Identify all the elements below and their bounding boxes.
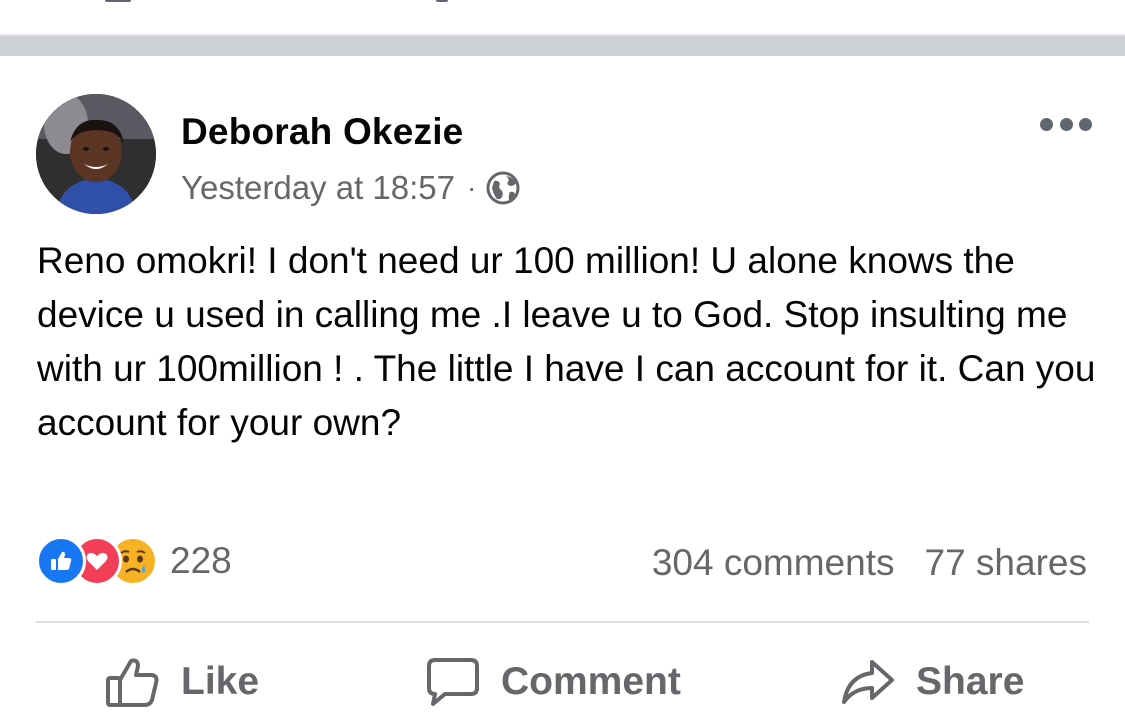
comments-count[interactable]: 304 comments [652,542,895,584]
post-meta: Yesterday at 18:57 · [181,169,520,207]
previous-post-text-fragment [436,0,448,2]
reaction-summary[interactable]: 228 [36,536,232,586]
feed-separator [0,34,1125,56]
like-label: Like [181,660,260,703]
like-button[interactable]: Like [105,656,259,708]
post-actions-bar: Like Comment Share [0,656,1125,716]
avatar-photo [36,94,156,214]
meta-separator: · [467,172,477,203]
engagement-counts: 304 comments 77 shares [652,542,1087,584]
author-avatar[interactable] [36,94,156,214]
reaction-count: 228 [170,540,232,581]
comment-bubble-icon [427,658,479,706]
post-timestamp[interactable]: Yesterday at 18:57 [181,169,455,207]
previous-post-text-fragment [105,0,131,2]
share-label: Share [916,660,1025,703]
globe-icon [486,171,520,205]
more-dot [1079,117,1092,131]
post-body-text: Reno omokri! I don't need ur 100 million… [37,240,1096,443]
actions-divider [36,621,1089,623]
more-dot [1059,117,1073,131]
share-arrow-icon [842,660,894,704]
author-name[interactable]: Deborah Okezie [181,111,463,153]
previous-post-edge [0,0,1125,34]
share-button[interactable]: Share [840,656,1024,708]
like-reaction-icon [36,536,86,586]
comment-button[interactable]: Comment [425,656,681,708]
thumbs-up-icon [106,658,159,707]
shares-count[interactable]: 77 shares [925,542,1088,584]
more-options-icon[interactable] [1040,114,1092,134]
comment-label: Comment [501,660,681,703]
feed-post: Deborah Okezie Yesterday at 18:57 · Reno… [0,56,1125,718]
more-dot [1040,117,1053,131]
